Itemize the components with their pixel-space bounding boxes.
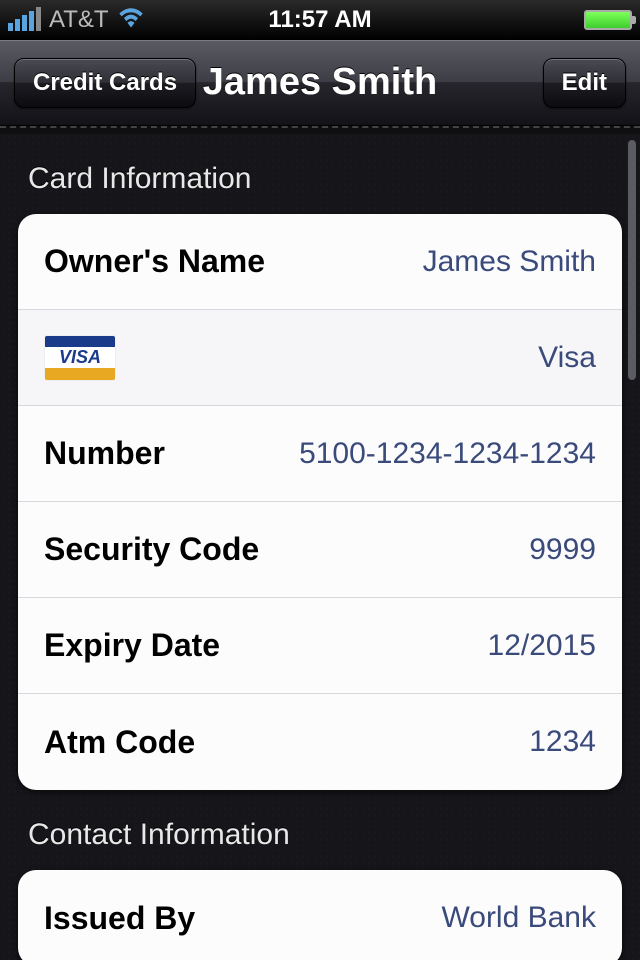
security-code-value: 9999 [529,533,596,567]
status-left: AT&T [8,6,268,35]
stitch-divider [0,126,640,134]
contact-info-group: Issued By World Bank [18,870,622,960]
row-owner-name[interactable]: Owner's Name James Smith [18,214,622,310]
row-atm-code[interactable]: Atm Code 1234 [18,694,622,790]
status-time: 11:57 AM [268,6,371,34]
status-right [372,10,632,30]
status-bar: AT&T 11:57 AM [0,0,640,40]
visa-icon: VISA [44,335,116,381]
card-type-value: Visa [538,341,596,375]
atm-code-value: 1234 [529,725,596,759]
content-scroll[interactable]: Card Information Owner's Name James Smit… [0,134,640,960]
expiry-date-value: 12/2015 [488,629,596,663]
battery-icon [584,10,632,30]
back-button-label: Credit Cards [33,69,177,96]
card-number-value: 5100-1234-1234-1234 [299,437,596,471]
section-header-card-info: Card Information [18,134,622,214]
expiry-date-label: Expiry Date [44,627,220,664]
row-security-code[interactable]: Security Code 9999 [18,502,622,598]
owner-name-value: James Smith [423,245,596,279]
wifi-icon [117,6,145,35]
issued-by-label: Issued By [44,900,195,937]
security-code-label: Security Code [44,531,259,568]
edit-button[interactable]: Edit [543,58,626,108]
owner-name-label: Owner's Name [44,243,265,280]
atm-code-label: Atm Code [44,724,195,761]
row-card-type[interactable]: VISA Visa [18,310,622,406]
card-info-group: Owner's Name James Smith VISA Visa Numbe… [18,214,622,790]
signal-icon [8,9,41,31]
edit-button-label: Edit [562,69,607,96]
section-header-contact-info: Contact Information [18,790,622,870]
scroll-indicator [628,140,636,380]
nav-bar: Credit Cards James Smith Edit [0,40,640,126]
row-issued-by[interactable]: Issued By World Bank [18,870,622,960]
row-expiry-date[interactable]: Expiry Date 12/2015 [18,598,622,694]
carrier-label: AT&T [49,6,109,34]
issued-by-value: World Bank [441,901,596,935]
row-card-number[interactable]: Number 5100-1234-1234-1234 [18,406,622,502]
card-number-label: Number [44,435,165,472]
back-button[interactable]: Credit Cards [14,58,196,108]
